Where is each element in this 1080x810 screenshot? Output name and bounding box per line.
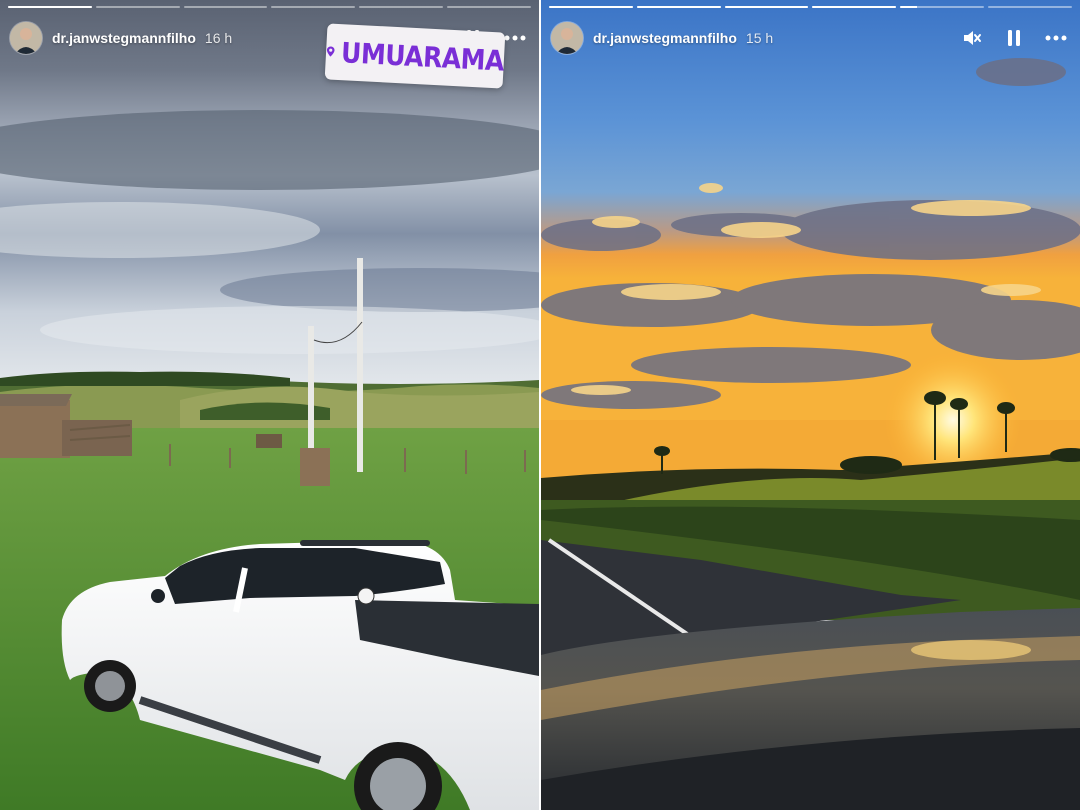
post-time: 15 h [745,30,774,46]
location-sticker[interactable]: UMUARAMA [324,23,506,89]
progress-segment [636,6,721,8]
progress-segment [724,6,809,8]
location-pin-icon [326,46,335,57]
progress-segment [359,6,444,8]
story-panel-right[interactable]: dr.janwstegmannfilho 15 h [541,0,1080,810]
pause-icon[interactable] [1002,26,1026,50]
story-header-right: dr.janwstegmannfilho 15 h [551,20,1068,56]
story-panel-left[interactable]: dr.janwstegmannfilho 16 h UMUARAMA [0,0,539,810]
mute-icon[interactable] [960,26,984,50]
story-progress-bar-left [8,6,531,8]
progress-segment [183,6,268,8]
location-text: UMUARAMA [340,35,505,77]
progress-segment [271,6,356,8]
story-progress-bar-right [549,6,1072,8]
progress-segment [549,6,633,8]
username[interactable]: dr.janwstegmannfilho [52,30,196,46]
progress-segment [95,6,180,8]
post-time: 16 h [204,30,233,46]
progress-segment [8,6,92,8]
username[interactable]: dr.janwstegmannfilho [593,30,737,46]
progress-segment [900,6,985,8]
story-image-right [541,0,1080,810]
story-image-left [0,0,539,810]
more-options-icon[interactable] [503,26,527,50]
avatar[interactable] [551,22,583,54]
more-options-icon[interactable] [1044,26,1068,50]
progress-segment [447,6,531,8]
avatar[interactable] [10,22,42,54]
progress-segment [812,6,897,8]
progress-segment [988,6,1072,8]
story-controls [960,26,1068,50]
